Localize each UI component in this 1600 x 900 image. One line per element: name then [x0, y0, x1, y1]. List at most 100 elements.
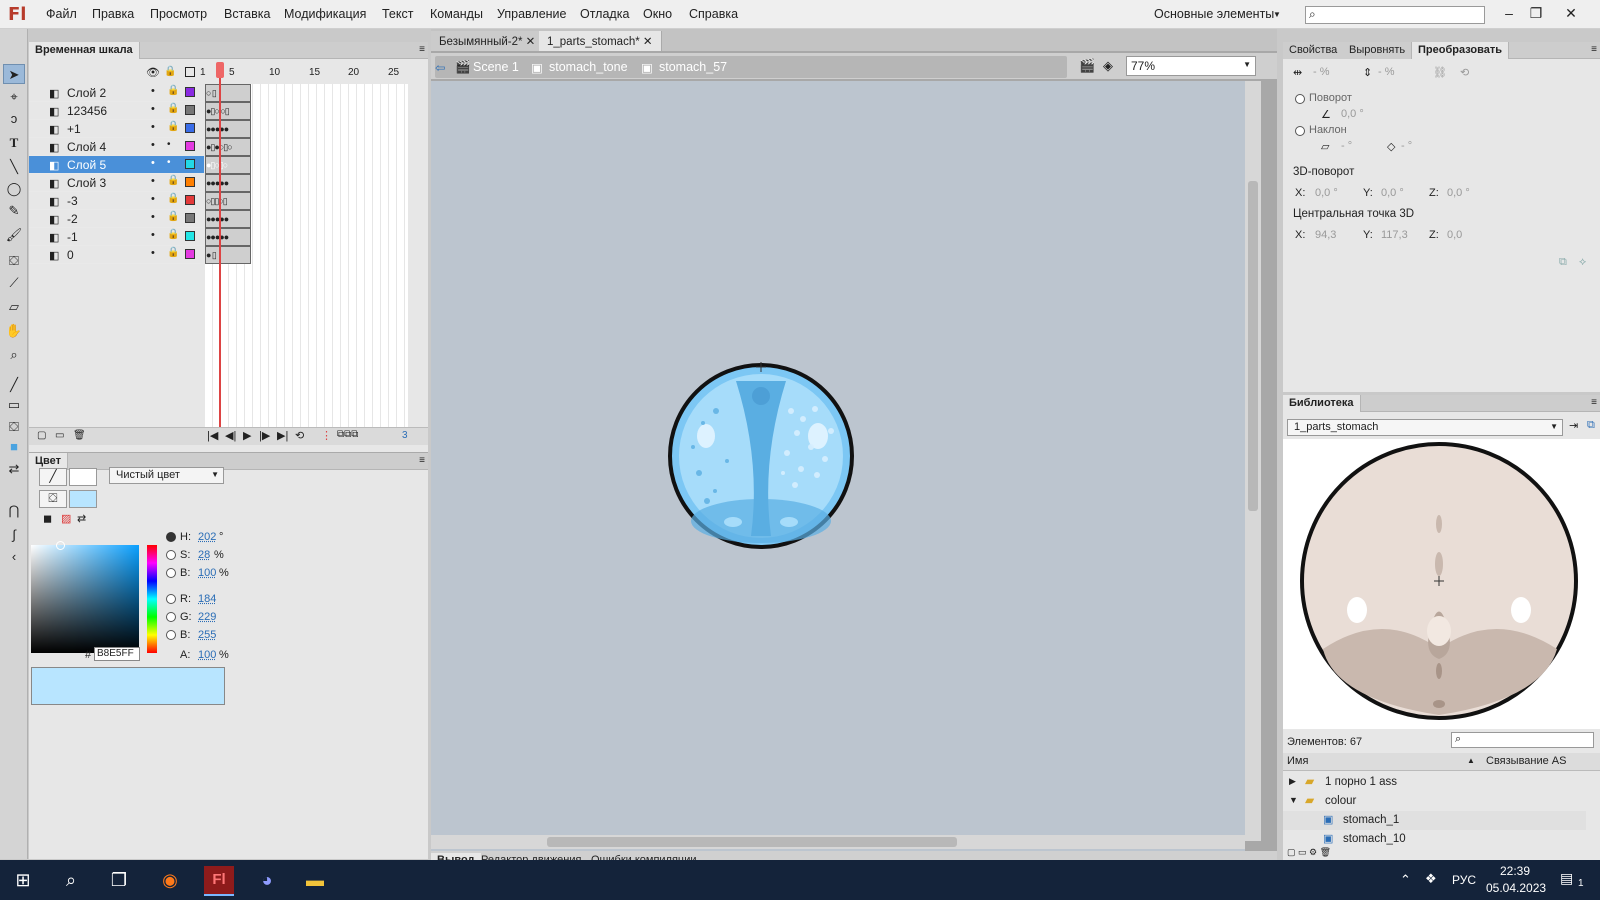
panel-menu-icon[interactable]: ≡ [419, 455, 425, 466]
first-frame-icon[interactable]: |◀ [207, 429, 218, 442]
radio-s[interactable] [166, 550, 176, 560]
fill-swatch[interactable] [69, 490, 97, 508]
tab-doc-stomach[interactable]: 1_parts_stomach* ✕ [539, 31, 662, 51]
radio-rotate[interactable] [1295, 94, 1305, 104]
layer-row[interactable]: ◧ +1 • 🔒 ●●●●● [29, 120, 251, 138]
brush-tool-icon[interactable]: 🖌 [3, 225, 25, 245]
next-frame-icon[interactable]: |▶ [259, 429, 270, 442]
close-icon[interactable]: ✕ [526, 36, 536, 48]
skew-h[interactable]: - ° [1341, 140, 1352, 152]
tab-properties[interactable]: Свойства [1283, 42, 1345, 59]
layer-lock-icon[interactable]: 🔒 [167, 229, 179, 240]
library-document-select[interactable]: 1_parts_stomach ▼ [1287, 419, 1563, 436]
stage-canvas[interactable] [431, 81, 1245, 861]
delete-layer-icon[interactable]: 🗑 [73, 430, 86, 441]
lock-icon[interactable]: 🔒 [164, 66, 176, 77]
layer-frames[interactable]: ●●●●● [205, 228, 251, 246]
menu-control[interactable]: Управление [497, 7, 567, 21]
library-footer-icons[interactable]: ▢ ▭ ⚙ 🗑 [1287, 847, 1331, 858]
discord-icon[interactable]: ◕ [252, 866, 282, 896]
tab-transform[interactable]: Преобразовать [1412, 42, 1510, 59]
zoom-tool-icon[interactable]: ⌕ [3, 345, 25, 365]
dropbox-icon[interactable]: ❖ [1425, 871, 1437, 887]
search-input[interactable]: ⌕ [1305, 6, 1485, 24]
center3d-z[interactable]: 0,0 [1447, 229, 1462, 241]
minimize-button[interactable]: – [1497, 2, 1521, 24]
language-indicator[interactable]: РУС [1452, 873, 1476, 887]
rot3d-y[interactable]: 0,0 ° [1381, 187, 1404, 199]
layer-visibility-icon[interactable]: • [151, 229, 155, 241]
layer-lock-icon[interactable]: 🔒 [167, 175, 179, 186]
layer-visibility-icon[interactable]: • [151, 247, 155, 259]
layer-outline-color[interactable] [185, 213, 195, 223]
hue-slider[interactable] [147, 545, 157, 653]
tray-chevron-icon[interactable]: ⌃ [1400, 872, 1411, 888]
crumb-scene[interactable]: Scene 1 [473, 60, 519, 74]
g-value[interactable]: 229 [198, 611, 216, 623]
a-value[interactable]: 100 [198, 649, 216, 661]
eye-icon[interactable]: 👁 [146, 66, 160, 79]
layer-frames[interactable]: ○ ▯ [205, 84, 251, 102]
scale-height[interactable]: - % [1378, 66, 1395, 78]
layer-outline-color[interactable] [185, 249, 195, 259]
layer-lock-icon[interactable]: • [167, 157, 171, 168]
sort-icon[interactable]: ▲ [1467, 756, 1475, 765]
layer-frames[interactable]: ● ▯ [205, 246, 251, 264]
layer-row[interactable]: ◧ Слой 5 • • ●▯○▯○ [29, 156, 251, 174]
library-item[interactable]: ▼ ▰ colour [1283, 792, 1586, 811]
pencil-tool-icon[interactable]: ✎ [3, 201, 25, 221]
bucket-small-icon[interactable]: ⛋ [3, 417, 25, 437]
layer-name[interactable]: 0 [67, 248, 74, 262]
col-linkage[interactable]: Связывание AS [1486, 755, 1566, 767]
restore-button[interactable]: ❐ [1524, 2, 1548, 24]
fill-type-select[interactable]: Чистый цвет ▼ [109, 467, 224, 484]
layer-outline-color[interactable] [185, 105, 195, 115]
layer-lock-icon[interactable]: 🔒 [167, 211, 179, 222]
straighten-icon[interactable]: ‹ [3, 547, 25, 567]
menu-insert[interactable]: Вставка [224, 7, 270, 21]
layer-frames[interactable]: ●▯○ ○▯ [205, 102, 251, 120]
line-tool-icon[interactable]: ╲ [3, 157, 25, 177]
layer-lock-icon[interactable]: 🔒 [167, 85, 179, 96]
layer-outline-color[interactable] [185, 141, 195, 151]
s-value[interactable]: 28 [198, 549, 210, 561]
tab-library[interactable]: Библиотека [1283, 395, 1361, 412]
layer-row[interactable]: ◧ 0 • 🔒 ● ▯ [29, 246, 251, 264]
layer-frames[interactable]: ●●●●● [205, 120, 251, 138]
menu-debug[interactable]: Отладка [580, 7, 629, 21]
edit-symbol-icon[interactable]: ◈ [1103, 58, 1113, 74]
explorer-icon[interactable]: ▬ [300, 866, 330, 896]
stomach-artwork[interactable] [431, 81, 1245, 841]
notifications-icon[interactable]: ▤ [1560, 870, 1573, 887]
h-value[interactable]: 202 [198, 531, 216, 543]
expand-icon[interactable]: ▶ [1289, 776, 1296, 787]
layer-name[interactable]: +1 [67, 122, 81, 136]
stroke-icon[interactable]: ╱ [39, 468, 67, 486]
center3d-y[interactable]: 117,3 [1381, 229, 1408, 241]
layer-lock-icon[interactable]: 🔒 [167, 121, 179, 132]
search-icon[interactable]: ⌕ [56, 866, 86, 896]
swap-colors-icon[interactable]: ⇄ [3, 459, 25, 479]
layer-row[interactable]: ◧ Слой 2 • 🔒 ○ ▯ [29, 84, 251, 102]
tab-doc-untitled[interactable]: Безымянный-2* ✕ [431, 31, 545, 51]
panel-menu-icon[interactable]: ≡ [1591, 44, 1597, 55]
layer-row[interactable]: ◧ Слой 4 • • ●▯●○▯○ [29, 138, 251, 156]
library-item[interactable]: ▣ stomach_10 [1283, 830, 1586, 848]
zoom-select[interactable]: 77% ▼ [1126, 56, 1256, 76]
panel-menu-icon[interactable]: ≡ [1591, 397, 1597, 408]
layer-name[interactable]: -1 [67, 230, 78, 244]
menu-view[interactable]: Просмотр [150, 7, 207, 21]
duplicate-transform-icon[interactable]: ⧉ [1559, 256, 1567, 269]
color-picker-field[interactable] [31, 541, 139, 653]
radio-bv[interactable] [166, 568, 176, 578]
oval-tool-icon[interactable]: ◯ [3, 179, 25, 199]
task-view-icon[interactable]: ❐ [104, 866, 134, 896]
radio-skew[interactable] [1295, 126, 1305, 136]
menu-modify[interactable]: Модификация [284, 7, 366, 21]
loop-icon[interactable]: ⟲ [295, 429, 304, 442]
layer-name[interactable]: -2 [67, 212, 78, 226]
new-folder-icon[interactable]: ▭ [55, 430, 64, 441]
layer-outline-color[interactable] [185, 159, 195, 169]
menu-commands[interactable]: Команды [430, 7, 483, 21]
crumb-stomach-57[interactable]: stomach_57 [659, 60, 727, 74]
